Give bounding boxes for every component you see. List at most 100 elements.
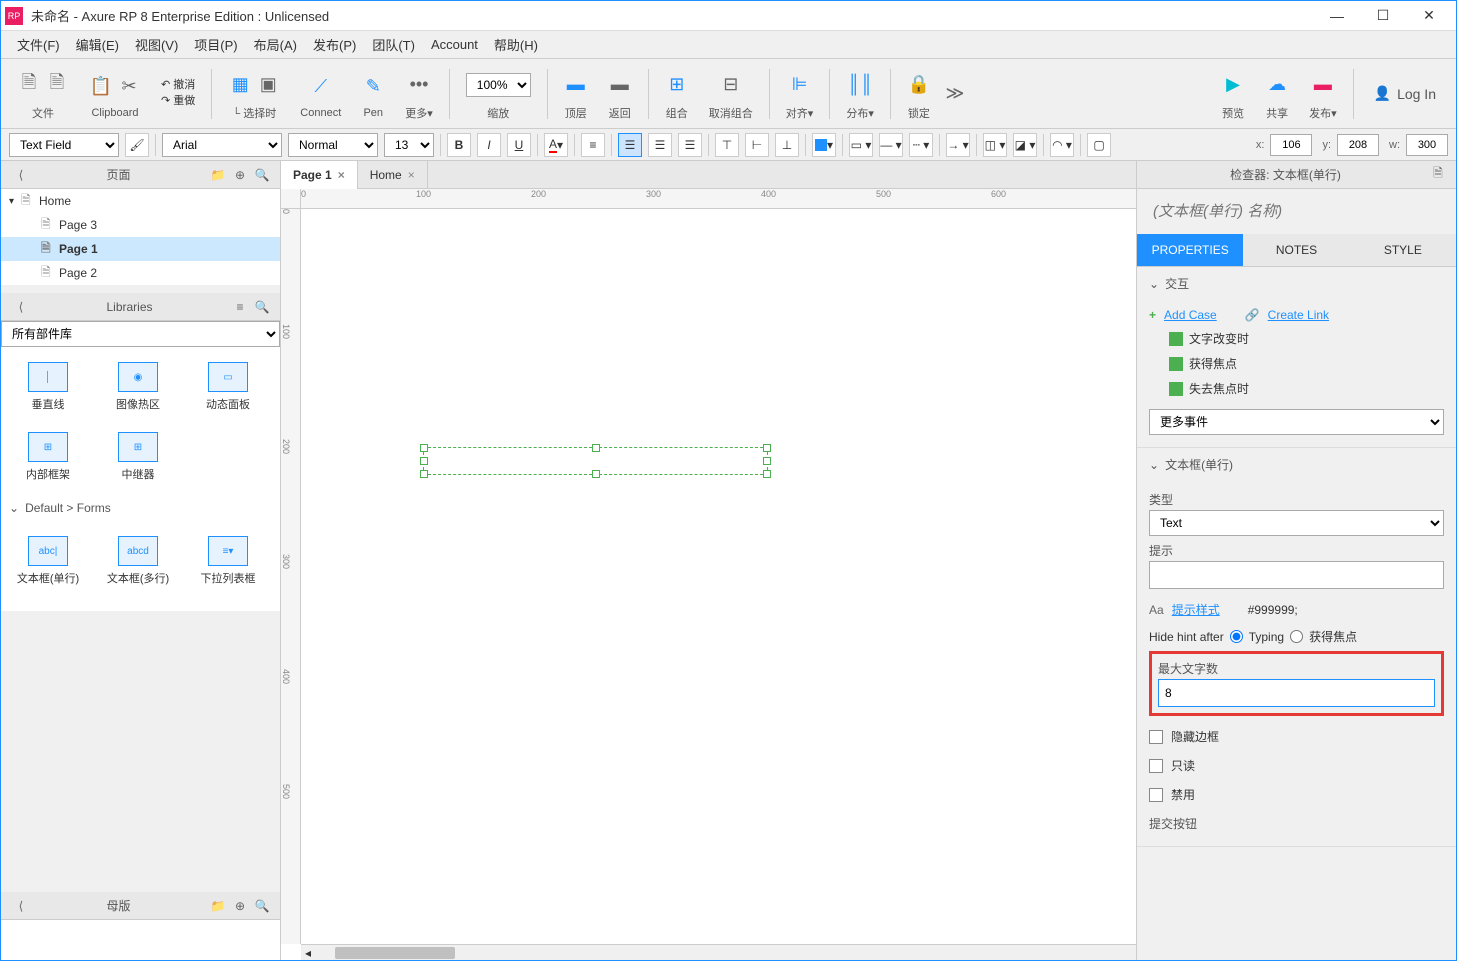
scroll-left-icon[interactable]: ◂ [301, 946, 315, 960]
typing-radio[interactable] [1230, 630, 1243, 643]
publish-icon[interactable]: ▬ [1311, 73, 1335, 97]
canvas-content[interactable] [301, 209, 1136, 944]
align-icon[interactable]: ⊫ [788, 73, 812, 97]
border-width-button[interactable]: — ▾ [879, 133, 903, 157]
send-back-icon[interactable]: ▬ [608, 73, 632, 97]
x-input[interactable] [1270, 134, 1312, 156]
share-icon[interactable]: ☁ [1265, 73, 1289, 97]
distribute-icon[interactable]: ║║ [848, 73, 872, 97]
disabled-row[interactable]: 禁用 [1149, 780, 1444, 809]
canvas-tab-page1[interactable]: Page 1 × [281, 161, 358, 189]
widget-droplist[interactable]: ≡▾下拉列表框 [185, 525, 271, 597]
font-select[interactable]: Arial [162, 133, 282, 157]
create-link-link[interactable]: Create Link [1268, 308, 1329, 322]
menu-icon[interactable]: ≡ [230, 297, 250, 317]
forms-category[interactable]: ⌄ Default > Forms [1, 495, 280, 521]
tree-item-page1[interactable]: 🗎 Page 1 [1, 237, 280, 261]
tree-item-home[interactable]: ▾ 🗎 Home [1, 189, 280, 213]
select-mode-icon[interactable]: ▣ [256, 73, 280, 97]
redo-button[interactable]: ↷ 重做 [161, 92, 195, 108]
tab-properties[interactable]: PROPERTIES [1137, 234, 1243, 266]
resize-handle-s[interactable] [592, 470, 600, 478]
widget-textfield[interactable]: abc|文本框(单行) [5, 525, 91, 597]
bring-front-icon[interactable]: ▬ [564, 73, 588, 97]
widget-dynamic-panel[interactable]: ▭动态面板 [185, 351, 271, 417]
fill-color-button[interactable]: ▾ [812, 133, 836, 157]
event-lostfocus[interactable]: 失去焦点时 [1149, 376, 1444, 401]
scrollbar-horizontal[interactable]: ◂ [301, 944, 1136, 960]
search-icon[interactable]: 🔍 [252, 297, 272, 317]
close-tab-icon[interactable]: × [408, 168, 415, 182]
checkbox-icon[interactable] [1149, 788, 1163, 802]
more-events-select[interactable]: 更多事件 [1149, 409, 1444, 435]
tree-item-page2[interactable]: 🗎 Page 2 [1, 261, 280, 285]
scrollbar-thumb[interactable] [335, 947, 455, 959]
align-left-h-button[interactable]: ☰ [618, 133, 642, 157]
resize-handle-sw[interactable] [420, 470, 428, 478]
hint-input[interactable] [1149, 561, 1444, 589]
add-case-link[interactable]: Add Case [1164, 308, 1217, 322]
more-arrow-icon[interactable]: ≫ [943, 82, 967, 106]
group-icon[interactable]: ⊞ [665, 73, 689, 97]
menu-project[interactable]: 项目(P) [186, 31, 245, 58]
search-icon[interactable]: 🔍 [252, 165, 272, 185]
corner-radius-button[interactable]: ◠ ▾ [1050, 133, 1074, 157]
checkbox-icon[interactable] [1149, 759, 1163, 773]
new-file-icon[interactable]: 🗎 [17, 73, 41, 97]
resize-handle-e[interactable] [763, 457, 771, 465]
menu-view[interactable]: 视图(V) [127, 31, 186, 58]
widget-type-select[interactable]: Text Field [9, 133, 119, 157]
tab-style[interactable]: STYLE [1350, 234, 1456, 266]
font-weight-select[interactable]: Normal [288, 133, 378, 157]
align-bottom-v-button[interactable]: ⊥ [775, 133, 799, 157]
format-painter-icon[interactable]: 🖌 [125, 133, 149, 157]
close-button[interactable]: ✕ [1406, 1, 1452, 31]
italic-button[interactable]: I [477, 133, 501, 157]
preview-icon[interactable]: ▶ [1221, 73, 1245, 97]
shadow-outer-button[interactable]: ◫ ▾ [983, 133, 1007, 157]
text-color-button[interactable]: A ▾ [544, 133, 568, 157]
menu-arrange[interactable]: 布局(A) [246, 31, 305, 58]
menu-publish[interactable]: 发布(P) [305, 31, 364, 58]
align-center-h-button[interactable]: ☰ [648, 133, 672, 157]
resize-handle-n[interactable] [592, 444, 600, 452]
zoom-select[interactable]: 100% [466, 73, 531, 97]
search-icon[interactable]: 🔍 [252, 896, 272, 916]
readonly-row[interactable]: 只读 [1149, 751, 1444, 780]
library-selector[interactable]: 所有部件库 [1, 321, 280, 347]
menu-file[interactable]: 文件(F) [9, 31, 68, 58]
widget-hotspot[interactable]: ◉图像热区 [95, 351, 181, 417]
menu-account[interactable]: Account [423, 33, 486, 56]
more-icon[interactable]: ••• [407, 73, 431, 97]
canvas-body[interactable]: 0 100 200 300 400 500 600 0 100 200 300 … [281, 189, 1136, 960]
interactions-header[interactable]: ⌄ 交互 [1137, 267, 1456, 300]
event-gotfocus[interactable]: 获得焦点 [1149, 351, 1444, 376]
checkbox-icon[interactable] [1149, 730, 1163, 744]
focus-radio[interactable] [1290, 630, 1303, 643]
resize-handle-ne[interactable] [763, 444, 771, 452]
login-button[interactable]: 👤 Log In [1362, 81, 1448, 106]
align-right-h-button[interactable]: ☰ [678, 133, 702, 157]
menu-edit[interactable]: 编辑(E) [68, 31, 127, 58]
bold-button[interactable]: B [447, 133, 471, 157]
border-color-button[interactable]: ▭ ▾ [849, 133, 873, 157]
tree-item-page3[interactable]: 🗎 Page 3 [1, 213, 280, 237]
lock-icon[interactable]: 🔒 [907, 73, 931, 97]
hide-border-row[interactable]: 隐藏边框 [1149, 722, 1444, 751]
align-top-v-button[interactable]: ⊤ [715, 133, 739, 157]
connect-icon[interactable]: ⟋ [309, 75, 333, 99]
undo-button[interactable]: ↶ 撤消 [161, 76, 195, 92]
arrow-button[interactable]: → ▾ [946, 133, 970, 157]
menu-team[interactable]: 团队(T) [364, 31, 423, 58]
canvas-tab-home[interactable]: Home × [358, 161, 428, 189]
widget-name-input[interactable] [1147, 197, 1446, 226]
add-folder-icon[interactable]: 📁 [208, 165, 228, 185]
padding-button[interactable]: ▢ [1087, 133, 1111, 157]
widget-repeater[interactable]: ⊞中继器 [95, 421, 181, 493]
pen-icon[interactable]: ✎ [361, 75, 385, 99]
tab-notes[interactable]: NOTES [1243, 234, 1349, 266]
shadow-inner-button[interactable]: ◪ ▾ [1013, 133, 1037, 157]
select-icon[interactable]: ▦ [228, 73, 252, 97]
note-icon[interactable]: 🗎 [1428, 165, 1448, 185]
selected-textfield-widget[interactable] [423, 447, 768, 475]
